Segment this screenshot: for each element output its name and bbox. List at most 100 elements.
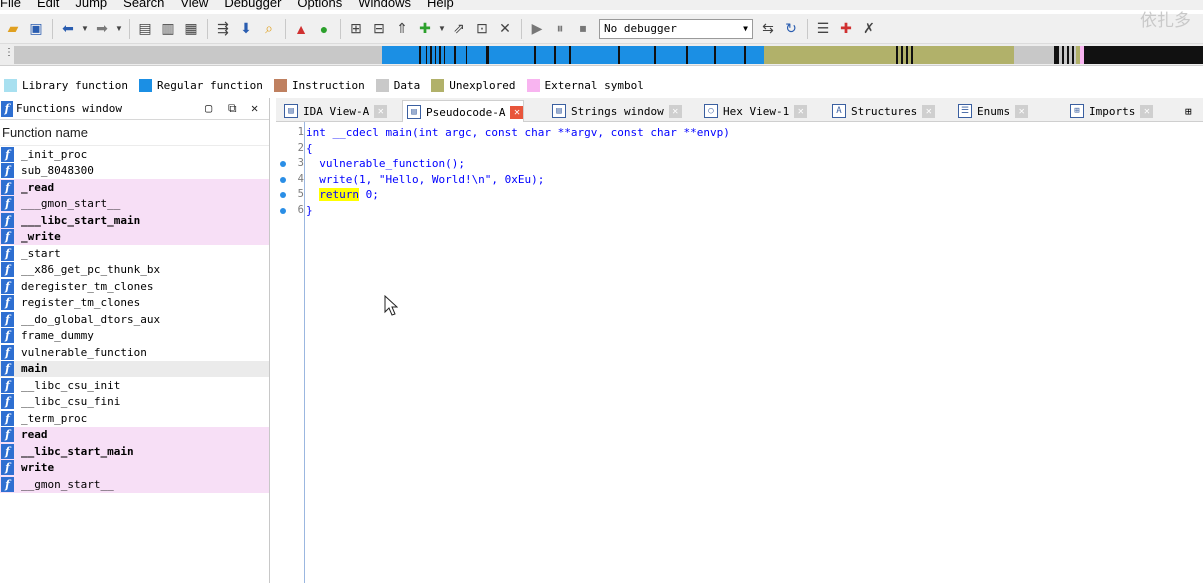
close-icon[interactable]: ✕ [510, 105, 524, 119]
function-list-item[interactable]: f ___gmon_start__ [0, 195, 269, 212]
function-name: __libc_start_main [21, 444, 134, 458]
code-line[interactable]: vulnerable_function(); [306, 156, 465, 171]
code-line[interactable]: int __cdecl main(int argc, const char **… [306, 125, 730, 140]
menu-windows[interactable]: Windows [350, 0, 419, 10]
toolbar-icon[interactable]: ⊟ [368, 18, 390, 40]
toolbar-icon[interactable]: ⊡ [471, 18, 493, 40]
close-icon[interactable]: ✕ [668, 104, 682, 118]
navigation-segment [534, 46, 536, 64]
line-number: 4 [297, 172, 304, 185]
binary-icon[interactable]: ▤ [134, 18, 156, 40]
function-list-item[interactable]: f deregister_tm_clones [0, 278, 269, 295]
code-line[interactable]: write(1, "Hello, World!\n", 0xEu); [306, 172, 544, 187]
breakpoint-dot[interactable] [280, 176, 286, 183]
tab-structures[interactable]: A Structures ✕ [828, 100, 936, 122]
menu-debugger[interactable]: Debugger [216, 0, 289, 10]
play-icon[interactable]: ▶ [526, 18, 548, 40]
function-icon: f [1, 344, 14, 360]
breakpoint-add-icon[interactable]: ✚ [835, 18, 857, 40]
breakpoint-icon[interactable]: ✚ [414, 18, 436, 40]
menu-search[interactable]: Search [115, 0, 172, 10]
function-list-item[interactable]: f frame_dummy [0, 328, 269, 345]
tab-ida-view-a[interactable]: ▤ IDA View-A ✕ [280, 100, 388, 122]
window-float-icon[interactable]: ⧉ [228, 101, 237, 116]
code-line[interactable]: { [306, 141, 313, 156]
tab-strings-window[interactable]: ▤ Strings window ✕ [548, 100, 682, 122]
close-icon[interactable]: ✕ [1015, 104, 1029, 118]
tab-hex-view-1[interactable]: ○ Hex View-1 ✕ [700, 100, 808, 122]
tab-label: Imports [1089, 104, 1136, 118]
function-list-item[interactable]: f register_tm_clones [0, 295, 269, 312]
column-header-function-name[interactable]: Function name [0, 120, 269, 146]
menu-help[interactable]: Help [419, 0, 462, 10]
function-list-item[interactable]: f __libc_start_main [0, 443, 269, 460]
function-list-item[interactable]: f vulnerable_function [0, 344, 269, 361]
function-list-item[interactable]: f ___libc_start_main [0, 212, 269, 229]
close-icon[interactable]: ✕ [922, 104, 936, 118]
breakpoint-dot[interactable] [280, 192, 286, 198]
refresh-icon[interactable]: ↻ [780, 18, 802, 40]
close-icon[interactable]: ✕ [251, 101, 258, 115]
close-icon[interactable]: ✕ [794, 104, 808, 118]
green-circle-icon[interactable]: ● [313, 18, 335, 40]
text-icon[interactable]: ▥ [157, 18, 179, 40]
pseudocode-view[interactable]: 1 2 3 4 5 6 int __cdecl main(int argc, const … [276, 122, 1203, 583]
window-restore-icon[interactable]: ▢ [205, 101, 212, 115]
close-icon[interactable]: ✕ [1140, 104, 1154, 118]
toolbar-icon[interactable]: ⇗ [448, 18, 470, 40]
function-list-item[interactable]: f _write [0, 228, 269, 245]
down-arrow-icon[interactable]: ⬇ [235, 18, 257, 40]
function-list-item[interactable]: f main [0, 360, 269, 377]
menu-options[interactable]: Options [289, 0, 350, 10]
chevron-down-icon[interactable]: ▼ [114, 18, 124, 40]
chevron-down-icon[interactable]: ▼ [437, 18, 447, 40]
function-list-item[interactable]: f __x86_get_pc_thunk_bx [0, 262, 269, 279]
debugger-select[interactable]: No debugger ▼ [599, 18, 753, 39]
function-list-item[interactable]: f _term_proc [0, 410, 269, 427]
pause-icon[interactable]: ⏸ [549, 18, 571, 40]
function-list-item[interactable]: f sub_8048300 [0, 163, 269, 180]
function-list-item[interactable]: f _start [0, 245, 269, 262]
jump-icon[interactable]: ⇶ [212, 18, 234, 40]
close-icon[interactable]: ✕ [494, 18, 516, 40]
breakpoint-dot[interactable] [280, 207, 286, 214]
back-icon[interactable]: ⬅ [57, 18, 79, 40]
tab-enums[interactable]: ☰ Enums ✕ [954, 100, 1029, 122]
function-list-item[interactable]: f read [0, 426, 269, 443]
toolbar-icon[interactable]: ⇆ [757, 18, 779, 40]
function-list-item[interactable]: f __libc_csu_fini [0, 394, 269, 411]
function-list-item[interactable]: f __do_global_dtors_aux [0, 311, 269, 328]
tab-pseudocode-a[interactable]: ▤ Pseudocode-A ✕ [402, 100, 525, 123]
menu-file[interactable]: File [0, 0, 29, 10]
forward-icon[interactable]: ➡ [91, 18, 113, 40]
function-list-item[interactable]: f _init_proc [0, 146, 269, 163]
tab-imports[interactable]: ⊞ Imports ✕ [1066, 100, 1154, 122]
tab-overflow-icon[interactable]: ⊞ [1181, 100, 1192, 122]
function-list-item[interactable]: f write [0, 459, 269, 476]
breakpoint-dot[interactable] [280, 161, 286, 167]
tools-icon[interactable]: ✗ [858, 18, 880, 40]
toolbar-icon[interactable]: ⊞ [345, 18, 367, 40]
function-list-item[interactable]: f __gmon_start__ [0, 476, 269, 493]
list-icon[interactable]: ☰ [812, 18, 834, 40]
stop-icon[interactable]: ⏹ [572, 18, 594, 40]
function-list-item[interactable]: f __libc_csu_init [0, 377, 269, 394]
save-icon[interactable]: ▣ [25, 18, 47, 40]
function-list-item[interactable]: f _read [0, 179, 269, 196]
search-icon[interactable]: ⌕ [258, 18, 280, 40]
menu-view[interactable]: View [172, 0, 216, 10]
code-line[interactable]: } [306, 203, 313, 218]
graph-icon[interactable]: ▲ [290, 18, 312, 40]
legend-item: Unexplored [427, 78, 516, 92]
menu-jump[interactable]: Jump [67, 0, 115, 10]
toolbar-icon[interactable]: ⇑ [391, 18, 413, 40]
navigation-segment [914, 46, 1014, 64]
menu-edit[interactable]: Edit [29, 0, 67, 10]
chevron-down-icon[interactable]: ▼ [80, 18, 90, 40]
navigation-strip[interactable] [14, 46, 1203, 64]
hex-icon[interactable]: ▦ [180, 18, 202, 40]
code-line[interactable]: return 0; [306, 187, 379, 202]
legend-label: Unexplored [449, 78, 516, 92]
close-icon[interactable]: ✕ [374, 104, 388, 118]
open-icon[interactable]: ▰ [2, 18, 24, 40]
